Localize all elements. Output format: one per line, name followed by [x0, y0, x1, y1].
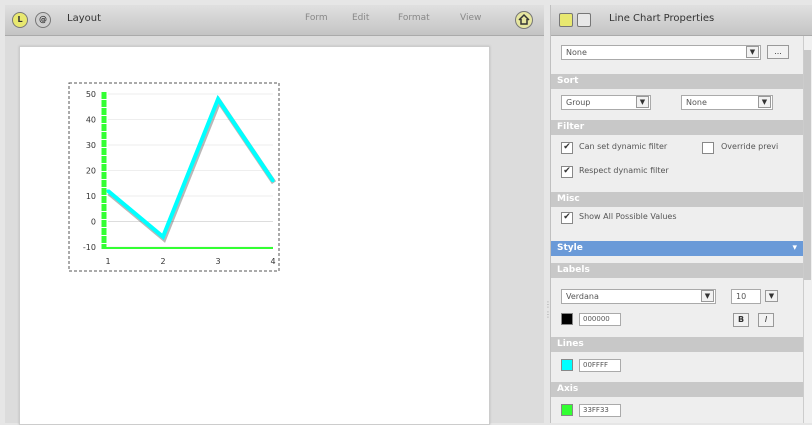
- menu-view[interactable]: View: [460, 13, 481, 23]
- sort-section-header[interactable]: Sort: [551, 74, 803, 89]
- menu-format[interactable]: Format: [398, 13, 430, 23]
- y-tick-label: 20: [86, 167, 96, 176]
- expand-icon[interactable]: ▾: [792, 241, 797, 256]
- x-tick-label: 2: [160, 257, 165, 266]
- line-chart[interactable]: 50 40 30 20 10 0 -10 1 2 3 4: [68, 82, 280, 272]
- y-tick-label: 10: [86, 192, 96, 201]
- menu-edit[interactable]: Edit: [352, 13, 369, 23]
- browse-button[interactable]: ...: [767, 45, 789, 59]
- override-label: Override previ: [721, 142, 779, 151]
- show-all-checkbox[interactable]: ✔: [561, 212, 573, 224]
- misc-section-header[interactable]: Misc: [551, 192, 803, 207]
- chevron-down-icon[interactable]: ▼: [701, 290, 714, 302]
- data-point: [161, 235, 165, 239]
- style-header-label: Style: [557, 243, 583, 253]
- home-icon[interactable]: [515, 11, 533, 29]
- show-all-label: Show All Possible Values: [579, 212, 677, 221]
- chevron-down-icon[interactable]: ▼: [758, 96, 771, 108]
- axis-color-input[interactable]: 33FF33: [579, 404, 621, 417]
- y-tick-label: 40: [86, 116, 96, 125]
- font-family-select[interactable]: Verdana: [561, 289, 716, 304]
- properties-panel: Line Chart Properties None ▼ ... Sort Gr…: [550, 5, 812, 423]
- layout-title: Layout: [67, 13, 101, 24]
- chevron-down-icon[interactable]: ▼: [746, 46, 759, 58]
- y-tick-label: -10: [83, 243, 96, 252]
- layout-l-icon[interactable]: L: [12, 12, 28, 28]
- chevron-down-icon[interactable]: ▼: [636, 96, 649, 108]
- can-set-filter-checkbox[interactable]: ✔: [561, 142, 573, 154]
- document-icon[interactable]: [577, 13, 591, 27]
- override-checkbox[interactable]: [702, 142, 714, 154]
- properties-header: Line Chart Properties: [551, 5, 812, 36]
- x-tick-label: 1: [105, 257, 110, 266]
- scrollbar-thumb[interactable]: [804, 50, 811, 280]
- labels-section-header[interactable]: Labels: [551, 263, 803, 278]
- layout-canvas[interactable]: 50 40 30 20 10 0 -10 1 2 3 4: [19, 46, 490, 425]
- y-tick-label: 0: [91, 218, 96, 227]
- data-source-select[interactable]: None: [561, 45, 761, 60]
- axis-section-header[interactable]: Axis: [551, 382, 803, 397]
- y-tick-label: 30: [86, 141, 96, 150]
- line-color-input[interactable]: 00FFFF: [579, 359, 621, 372]
- style-section-header[interactable]: Style ▾: [551, 241, 803, 256]
- respect-filter-label: Respect dynamic filter: [579, 166, 669, 175]
- bold-button[interactable]: B: [733, 313, 749, 327]
- x-tick-label: 3: [215, 257, 220, 266]
- settings-circle-icon[interactable]: @: [35, 12, 51, 28]
- y-tick-label: 50: [86, 90, 96, 99]
- axis-color-swatch[interactable]: [561, 404, 573, 416]
- filter-section-header[interactable]: Filter: [551, 120, 803, 135]
- font-size-select[interactable]: 10: [731, 289, 761, 304]
- chevron-down-icon[interactable]: ▼: [765, 290, 778, 302]
- properties-icon[interactable]: [559, 13, 573, 27]
- data-point: [271, 179, 275, 183]
- data-point: [106, 189, 110, 193]
- chart-frame: [68, 82, 280, 272]
- data-point: [216, 97, 220, 101]
- lines-section-header[interactable]: Lines: [551, 337, 803, 352]
- menu-form[interactable]: Form: [305, 13, 328, 23]
- label-color-input[interactable]: 000000: [579, 313, 621, 326]
- label-color-swatch[interactable]: [561, 313, 573, 325]
- properties-title: Line Chart Properties: [609, 13, 715, 24]
- layout-header: L @ Layout Form Edit Format View: [5, 5, 544, 36]
- italic-button[interactable]: I: [758, 313, 774, 327]
- x-tick-label: 4: [270, 257, 275, 266]
- respect-filter-checkbox[interactable]: ✔: [561, 166, 573, 178]
- layout-panel: L @ Layout Form Edit Format View 50 40 30 2…: [5, 5, 544, 425]
- properties-body: None ▼ ... Sort Group ▼ None ▼ Filter ✔ …: [551, 36, 803, 423]
- can-set-filter-label: Can set dynamic filter: [579, 142, 668, 151]
- home-icon-glyph: [518, 13, 530, 25]
- line-color-swatch[interactable]: [561, 359, 573, 371]
